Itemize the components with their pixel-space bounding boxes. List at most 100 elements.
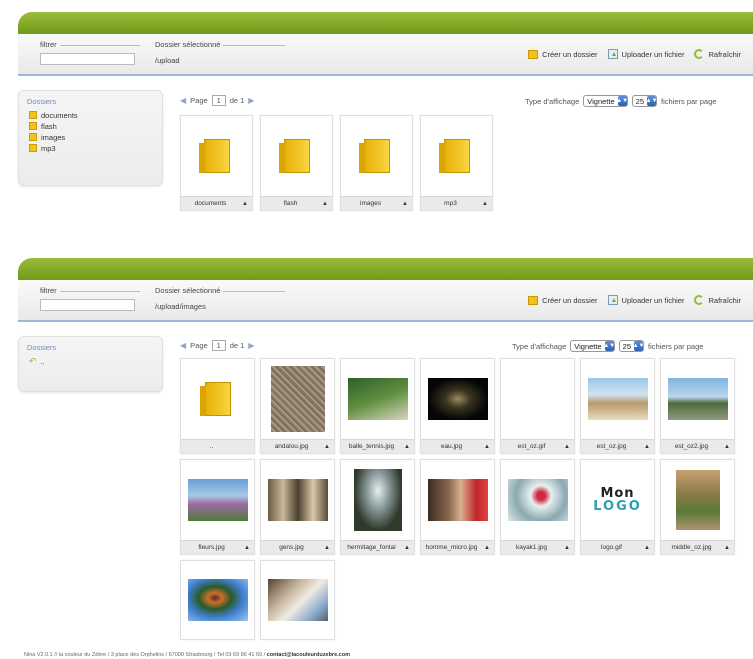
folder-icon (278, 139, 310, 173)
prev-page-icon[interactable]: ◀ (180, 96, 186, 105)
page-input[interactable]: 1 (211, 95, 226, 106)
page-total: de 1 (229, 96, 245, 105)
next-page-icon[interactable]: ▶ (248, 341, 254, 350)
sidebar-title: Dossiers (27, 343, 57, 352)
display-mode-select[interactable]: Vignette ▲▼ (570, 340, 615, 352)
sidebar-item-label: .. (40, 356, 45, 366)
footer: Nina V2.0.1 // la couleur du Zèbre / 3 p… (24, 652, 350, 658)
expand-arrow-icon[interactable]: ▲ (404, 444, 410, 450)
file-name: kayak1.jpg (501, 540, 574, 554)
file-card[interactable]: est_oz.jpg ▲ (580, 358, 655, 454)
file-card[interactable]: est_oz2.jpg ▲ (660, 358, 735, 454)
expand-arrow-icon[interactable]: ▲ (484, 444, 490, 450)
expand-arrow-icon[interactable]: ▲ (324, 545, 330, 551)
sidebar-item-mp3[interactable]: mp3 (29, 143, 152, 153)
display-mode-value: Vignette (574, 341, 602, 351)
toolbar: filtrer Dossier sélectionné /upload/imag… (18, 280, 753, 322)
sidebar-item-parent[interactable]: ↶.. (29, 356, 152, 366)
expand-arrow-icon[interactable]: ▲ (482, 201, 488, 207)
image-thumbnail (353, 469, 402, 531)
sidebar-item-label: documents (41, 110, 78, 120)
per-page-select[interactable]: 25 ▲▼ (618, 340, 644, 352)
file-card[interactable]: flash ▲ (260, 115, 333, 211)
footer-contact-link[interactable]: contact@lacouleurduzebre.com (267, 652, 350, 658)
divider (223, 45, 285, 46)
page-label: Page (190, 96, 208, 105)
expand-arrow-icon[interactable]: ▲ (564, 444, 570, 450)
file-card[interactable]: fleurs.jpg ▲ (180, 459, 255, 555)
display-mode-select[interactable]: Vignette ▲▼ (583, 95, 628, 107)
sidebar-title: Dossiers (27, 97, 57, 106)
folders-sidebar: Dossiers ↶.. (18, 336, 163, 392)
refresh-button[interactable]: Rafraîchir (694, 295, 741, 305)
file-card[interactable]: homme_micro.jpg ▲ (420, 459, 495, 555)
folder-icon (29, 122, 37, 130)
file-name: andalou.jpg (261, 439, 334, 453)
image-thumbnail (347, 378, 408, 420)
expand-arrow-icon[interactable]: ▲ (724, 444, 730, 450)
upload-file-button[interactable]: Uploader un fichier (607, 295, 684, 305)
sidebar-item-images[interactable]: images (29, 132, 152, 142)
file-card[interactable]: eau.jpg ▲ (420, 358, 495, 454)
create-folder-button[interactable]: Créer un dossier (528, 295, 598, 305)
display-type-label: Type d'affichage (512, 341, 567, 351)
file-card[interactable]: est_oz.gif ▲ (500, 358, 575, 454)
file-name: est_oz.jpg (581, 439, 654, 453)
file-name: est_oz.gif (501, 439, 574, 453)
filter-label: filtrer (40, 286, 57, 295)
sidebar-item-flash[interactable]: flash (29, 121, 152, 131)
upload-icon (607, 295, 618, 305)
next-page-icon[interactable]: ▶ (248, 96, 254, 105)
expand-arrow-icon[interactable]: ▲ (644, 444, 650, 450)
expand-arrow-icon[interactable]: ▲ (402, 201, 408, 207)
file-card[interactable]: .. (180, 358, 255, 454)
sidebar-item-label: mp3 (41, 143, 56, 153)
file-name: gens.jpg (261, 540, 334, 554)
page-total: de 1 (229, 341, 245, 350)
expand-arrow-icon[interactable]: ▲ (242, 201, 248, 207)
create-folder-label: Créer un dossier (542, 295, 598, 305)
file-card[interactable]: images ▲ (340, 115, 413, 211)
expand-arrow-icon[interactable]: ▲ (244, 545, 250, 551)
file-card[interactable] (260, 560, 335, 640)
footer-text: Nina V2.0.1 // la couleur du Zèbre / 3 p… (24, 652, 267, 658)
expand-arrow-icon[interactable]: ▲ (324, 444, 330, 450)
per-page-select[interactable]: 25 ▲▼ (631, 95, 657, 107)
file-card[interactable]: documents ▲ (180, 115, 253, 211)
prev-page-icon[interactable]: ◀ (180, 341, 186, 350)
file-card[interactable] (180, 560, 255, 640)
file-card[interactable]: Mon LOGO logo.gif ▲ (580, 459, 655, 555)
file-card[interactable]: middle_oz.jpg ▲ (660, 459, 735, 555)
file-name: est_oz2.jpg (661, 439, 734, 453)
folder-icon (29, 144, 37, 152)
filter-input[interactable] (40, 53, 135, 65)
expand-arrow-icon[interactable]: ▲ (564, 545, 570, 551)
file-name: homme_micro.jpg (421, 540, 494, 554)
file-card[interactable]: gens.jpg ▲ (260, 459, 335, 555)
file-manager-panel-root: filtrer Dossier sélectionné /upload Crée… (18, 12, 753, 76)
file-card[interactable]: andalou.jpg ▲ (260, 358, 335, 454)
expand-arrow-icon[interactable]: ▲ (404, 545, 410, 551)
expand-arrow-icon[interactable]: ▲ (724, 545, 730, 551)
page-input[interactable]: 1 (211, 340, 226, 351)
upload-file-label: Uploader un fichier (621, 49, 685, 59)
file-card[interactable]: mp3 ▲ (420, 115, 493, 211)
file-card[interactable]: kayak1.jpg ▲ (500, 459, 575, 555)
expand-arrow-icon[interactable]: ▲ (484, 545, 490, 551)
filter-input[interactable] (40, 299, 135, 311)
file-card[interactable]: balle_tennis.jpg ▲ (340, 358, 415, 454)
image-thumbnail (267, 579, 328, 621)
expand-arrow-icon[interactable]: ▲ (322, 201, 328, 207)
header-bar (18, 12, 753, 34)
folders-sidebar: Dossiers documents flash images mp3 (18, 90, 163, 186)
upload-file-button[interactable]: Uploader un fichier (607, 49, 685, 59)
pagination: ◀ Page 1 de 1 ▶ (180, 95, 254, 106)
file-card[interactable]: hermitage_fontai ▲ (340, 459, 415, 555)
sidebar-item-documents[interactable]: documents (29, 110, 152, 120)
create-folder-button[interactable]: Créer un dossier (528, 49, 598, 59)
toolbar: filtrer Dossier sélectionné /upload Crée… (18, 34, 753, 76)
page-label: Page (190, 341, 208, 350)
expand-arrow-icon[interactable]: ▲ (644, 545, 650, 551)
file-manager-panel-images: filtrer Dossier sélectionné /upload/imag… (18, 258, 753, 322)
refresh-button[interactable]: Rafraîchir (694, 49, 741, 59)
